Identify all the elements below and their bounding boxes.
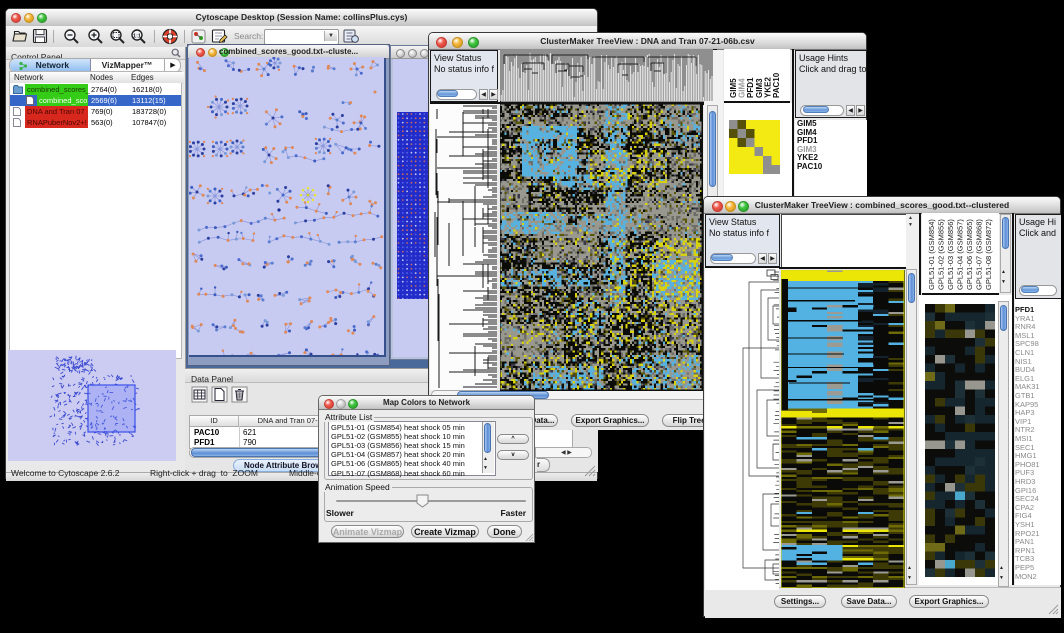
- svg-text:GPL51-04 (GSM857): GPL51-04 (GSM857): [956, 219, 965, 290]
- svg-text:GPL51-06 (GSM865): GPL51-06 (GSM865): [965, 219, 974, 290]
- svg-text:GPL51-01 (GSM854): GPL51-01 (GSM854): [927, 219, 936, 290]
- svg-text:GPL51-03 (GSM856): GPL51-03 (GSM856): [946, 219, 955, 290]
- svg-text:GPL51-07 (GSM868): GPL51-07 (GSM868): [975, 219, 984, 290]
- svg-text:GPL51-08 (GSM872): GPL51-08 (GSM872): [984, 219, 993, 290]
- svg-text:1:1: 1:1: [133, 34, 141, 40]
- svg-text:GPL51-02 (GSM855): GPL51-02 (GSM855): [937, 219, 946, 290]
- svg-text:PAC10: PAC10: [772, 72, 781, 98]
